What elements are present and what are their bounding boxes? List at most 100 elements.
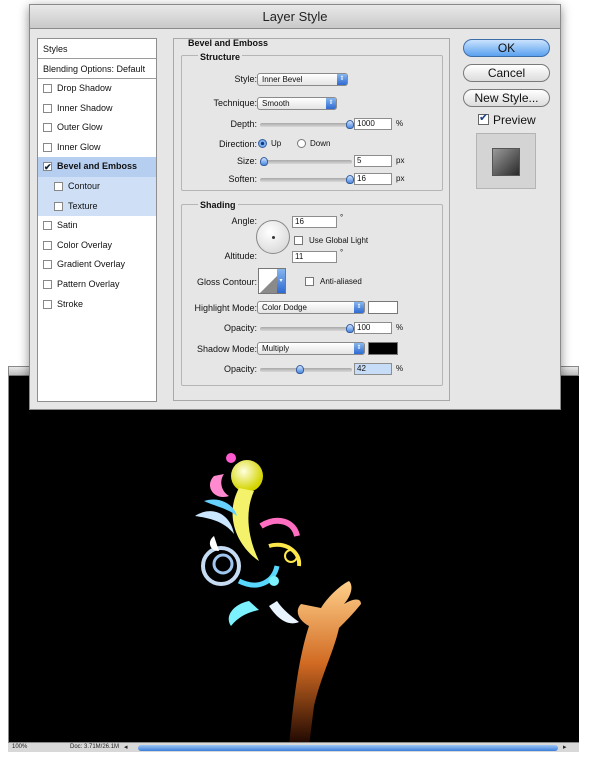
size-unit: px [396,156,405,165]
doc-size: Doc: 3.71M/26.1M [70,744,120,750]
style-select[interactable]: Inner Bevel ⇕ [257,73,348,86]
angle-dial[interactable] [256,220,290,254]
drop-shadow-checkbox[interactable] [43,84,52,93]
altitude-field[interactable]: 11 [292,251,337,263]
altitude-degree: ° [340,248,344,257]
angle-label: Angle: [231,216,257,226]
preview-label: Preview [493,113,536,127]
bevel-emboss-panel: Bevel and Emboss Structure Style: Inner … [173,38,450,401]
style-item-stroke[interactable]: Stroke [38,295,156,315]
contour-dropdown-icon[interactable]: ▾ [277,269,285,293]
highlight-mode-label: Highlight Mode: [194,303,257,313]
style-item-contour[interactable]: Contour [38,176,156,197]
size-label: Size: [236,156,257,166]
blending-options-item[interactable]: Blending Options: Default [38,59,156,79]
style-item-label: Stroke [57,298,84,309]
contour-checkbox[interactable] [54,181,63,191]
pattern-overlay-checkbox[interactable] [43,279,52,289]
style-item-color-overlay[interactable]: Color Overlay [38,236,156,256]
scroll-right-arrow-icon[interactable]: ▸ [563,743,567,751]
stroke-checkbox[interactable] [43,299,52,309]
color-overlay-checkbox[interactable] [43,240,52,250]
size-field[interactable]: 5 [354,155,392,167]
direction-up-label: Up [271,139,282,148]
style-item-label: Outer Glow [57,122,103,133]
soften-slider-knob[interactable] [346,175,354,184]
angle-field[interactable]: 16 [292,216,337,228]
direction-down-radio[interactable] [297,139,306,148]
style-item-gradient-overlay[interactable]: Gradient Overlay [38,255,156,275]
shading-group [181,204,443,386]
depth-slider-knob[interactable] [346,120,354,129]
soften-field[interactable]: 16 [354,173,392,185]
gloss-contour-label: Gloss Contour: [196,277,257,287]
inner-glow-checkbox[interactable] [43,142,52,152]
global-light-label: Use Global Light [309,236,369,245]
style-item-satin[interactable]: Satin [38,216,156,236]
direction-up-radio[interactable] [258,139,267,148]
layer-style-dialog: Layer Style Styles Blending Options: Def… [29,4,561,410]
status-bar: 100% Doc: 3.71M/26.1M ◂ ▸ [8,742,579,752]
style-item-drop-shadow[interactable]: Drop Shadow [38,79,156,99]
preview-sample [492,148,520,176]
style-item-texture[interactable]: Texture [38,196,156,217]
style-item-label: Gradient Overlay [57,259,126,270]
new-style-button[interactable]: New Style... [463,89,550,107]
shadow-opacity-slider[interactable] [260,365,352,374]
anti-aliased-label: Anti-aliased [320,277,362,286]
shading-title: Shading [198,200,238,210]
anti-aliased-checkbox[interactable] [305,277,314,286]
size-slider-knob[interactable] [260,157,268,166]
soften-slider[interactable] [260,175,354,184]
style-select-value: Inner Bevel [262,75,303,84]
angle-dial-center [272,236,275,239]
styles-header[interactable]: Styles [38,39,156,59]
direction-down-label: Down [310,139,331,148]
style-item-pattern-overlay[interactable]: Pattern Overlay [38,275,156,295]
gradient-overlay-checkbox[interactable] [43,260,52,270]
ok-button[interactable]: OK [463,39,550,57]
satin-checkbox[interactable] [43,221,52,231]
style-preview-thumbnail [476,133,536,189]
technique-select[interactable]: Smooth ⇕ [257,97,337,110]
dialog-title: Layer Style [30,5,560,29]
highlight-opacity-knob[interactable] [346,324,354,333]
highlight-mode-value: Color Dodge [262,303,307,312]
gloss-contour-picker[interactable]: ▾ [258,268,286,294]
preview-checkbox[interactable] [478,111,489,125]
shadow-opacity-knob[interactable] [296,365,304,374]
zoom-level[interactable]: 100% [12,744,27,750]
style-item-label: Inner Shadow [57,102,113,113]
style-item-inner-glow[interactable]: Inner Glow [38,138,156,158]
style-item-bevel-emboss[interactable]: Bevel and Emboss [38,157,156,178]
highlight-color-swatch[interactable] [368,301,398,314]
horizontal-scrollbar[interactable] [138,745,558,751]
shadow-mode-select[interactable]: Multiply ⇕ [257,342,365,355]
soften-unit: px [396,174,405,183]
inner-shadow-checkbox[interactable] [43,103,52,113]
style-item-label: Bevel and Emboss [57,161,138,172]
scroll-left-arrow-icon[interactable]: ◂ [124,743,128,751]
cancel-button[interactable]: Cancel [463,64,550,82]
highlight-opacity-field[interactable]: 100 [354,322,392,334]
select-arrows-icon: ⇕ [326,98,336,109]
highlight-mode-select[interactable]: Color Dodge ⇕ [257,301,365,314]
style-item-outer-glow[interactable]: Outer Glow [38,118,156,138]
highlight-opacity-slider[interactable] [260,324,354,333]
bevel-emboss-checkbox[interactable] [43,158,52,178]
texture-checkbox[interactable] [54,201,63,211]
style-item-label: Pattern Overlay [57,278,120,289]
style-item-inner-shadow[interactable]: Inner Shadow [38,99,156,119]
style-item-label: Drop Shadow [57,83,112,93]
canvas-artwork [9,376,579,751]
shadow-color-swatch[interactable] [368,342,398,355]
shadow-opacity-field[interactable]: 42 [354,363,392,375]
styles-list: Styles Blending Options: Default Drop Sh… [37,38,157,402]
depth-field[interactable]: 1000 [354,118,392,130]
size-slider[interactable] [260,157,352,166]
outer-glow-checkbox[interactable] [43,123,52,133]
depth-slider[interactable] [260,120,354,129]
style-label: Style: [234,74,257,84]
global-light-checkbox[interactable] [294,236,303,245]
style-item-label: Inner Glow [57,141,101,152]
